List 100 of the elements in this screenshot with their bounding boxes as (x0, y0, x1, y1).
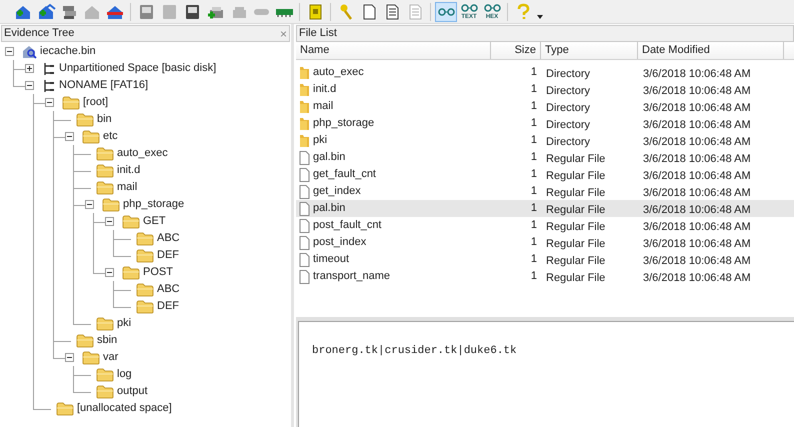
file-icon (299, 236, 310, 250)
folder-icon (96, 180, 114, 194)
tree-item[interactable]: log (116, 366, 133, 383)
collapse-toggle[interactable] (105, 217, 114, 226)
collapse-toggle[interactable] (65, 132, 74, 141)
collapse-toggle[interactable] (105, 268, 114, 277)
file-icon (299, 218, 310, 232)
table-cell-text: 1 (530, 218, 537, 234)
collapse-toggle[interactable] (25, 81, 34, 90)
table-cell: Directory (546, 102, 590, 114)
folder-icon (56, 402, 74, 416)
table-cell: Regular File (546, 186, 606, 198)
folder-icon (102, 198, 120, 212)
table-cell-text: init.d (313, 82, 336, 98)
file-icon (299, 184, 310, 198)
tree-item[interactable]: POST (142, 264, 174, 281)
table-cell-text: 1 (530, 133, 537, 148)
folder-icon (76, 112, 94, 126)
folder-icon (82, 350, 100, 364)
table-cell: 3/6/2018 10:06:48 AM (643, 152, 751, 164)
table-cell-text: 1 (530, 201, 537, 216)
tree-item[interactable]: iecache.bin (39, 43, 97, 60)
folder-icon (122, 214, 140, 228)
collapse-toggle[interactable] (85, 200, 94, 209)
panel-title: Evidence Tree (4, 26, 74, 42)
table-cell-text: post_fault_cnt (313, 218, 382, 234)
tree-item[interactable]: bin (96, 111, 113, 128)
column-header[interactable]: Size (491, 42, 541, 59)
tree-item[interactable]: DEF (156, 247, 180, 264)
folder-icon (122, 266, 140, 280)
table-cell-text: 1 (530, 269, 537, 284)
table-cell-text: 1 (530, 235, 537, 250)
file-icon (299, 168, 310, 182)
file-icon (299, 202, 310, 216)
tree-item[interactable]: sbin (96, 332, 118, 349)
table-cell: Directory (546, 84, 590, 96)
table-cell-text: 1 (530, 116, 537, 132)
table-cell: 3/6/2018 10:06:48 AM (643, 136, 751, 148)
table-cell: Directory (546, 136, 590, 148)
viewer-text: bronerg.tk|crusider.tk|duke6.tk (312, 345, 517, 357)
file-icon (299, 150, 310, 164)
tree-item[interactable]: pki (116, 315, 132, 332)
folder-icon (299, 82, 310, 96)
table-cell-text: mail (313, 99, 334, 114)
table-cell: 3/6/2018 10:06:48 AM (643, 68, 751, 80)
folder-icon (299, 66, 310, 80)
tree-item[interactable]: NONAME [FAT16] (58, 77, 150, 94)
folder-icon (76, 334, 94, 348)
folder-icon (96, 368, 114, 382)
collapse-toggle[interactable] (65, 353, 74, 362)
folder-icon (96, 164, 114, 178)
disk-image-icon (22, 44, 37, 58)
tree-item[interactable]: GET (142, 213, 167, 230)
collapse-toggle[interactable] (45, 98, 54, 107)
tree-item[interactable]: init.d (116, 162, 142, 179)
table-cell-text: gal.bin (313, 150, 346, 166)
table-cell: Regular File (546, 152, 606, 164)
folder-icon (96, 316, 114, 330)
tree-item[interactable]: Unpartitioned Space [basic disk] (58, 60, 218, 77)
table-cell: Regular File (546, 272, 606, 284)
tree-item[interactable]: [unallocated space] (76, 400, 173, 417)
table-cell: 3/6/2018 10:06:48 AM (643, 220, 751, 232)
tree-item[interactable]: [root] (82, 94, 110, 111)
folder-icon (136, 300, 154, 314)
folder-icon (82, 130, 100, 144)
tree-item[interactable]: output (116, 383, 149, 400)
tree-item[interactable]: auto_exec (116, 145, 169, 162)
table-cell: Regular File (546, 220, 606, 232)
table-cell: Regular File (546, 204, 606, 216)
panel-title: File List (299, 26, 337, 42)
file-row[interactable]: pal.bin 1 Regular File 3/6/2018 10:06:48 AM (296, 200, 794, 217)
folder-icon (62, 96, 80, 110)
table-cell: 3/6/2018 10:06:48 AM (643, 84, 751, 96)
column-header[interactable]: Type (541, 42, 638, 59)
table-cell-text: 1 (530, 150, 537, 166)
tree-item[interactable]: ABC (156, 281, 181, 298)
table-cell-text: 1 (530, 99, 537, 114)
partition-icon (42, 78, 56, 92)
folder-icon (136, 248, 154, 262)
tree-item[interactable]: ABC (156, 230, 181, 247)
tree-item[interactable]: php_storage (122, 196, 186, 213)
tree-item[interactable]: var (102, 349, 120, 366)
table-cell-text: php_storage (313, 116, 374, 132)
expand-toggle[interactable] (25, 64, 34, 73)
column-header[interactable]: Name (296, 42, 491, 59)
glasses-icon[interactable] (435, 2, 457, 22)
table-cell: 3/6/2018 10:06:48 AM (643, 272, 751, 284)
tree-item[interactable]: mail (116, 179, 138, 196)
file-icon (299, 270, 310, 284)
tree-item[interactable]: DEF (156, 298, 180, 315)
table-cell: Regular File (546, 254, 606, 266)
table-cell: 3/6/2018 10:06:48 AM (643, 170, 751, 182)
table-cell-text: 1 (530, 184, 537, 200)
table-cell-text: timeout (313, 252, 350, 268)
tree-item[interactable]: etc (102, 128, 119, 145)
table-cell: 3/6/2018 10:06:48 AM (643, 186, 751, 198)
table-cell: 3/6/2018 10:06:48 AM (643, 204, 751, 216)
folder-icon (136, 232, 154, 246)
column-header[interactable]: Date Modified (638, 42, 784, 59)
collapse-toggle[interactable] (5, 47, 14, 56)
